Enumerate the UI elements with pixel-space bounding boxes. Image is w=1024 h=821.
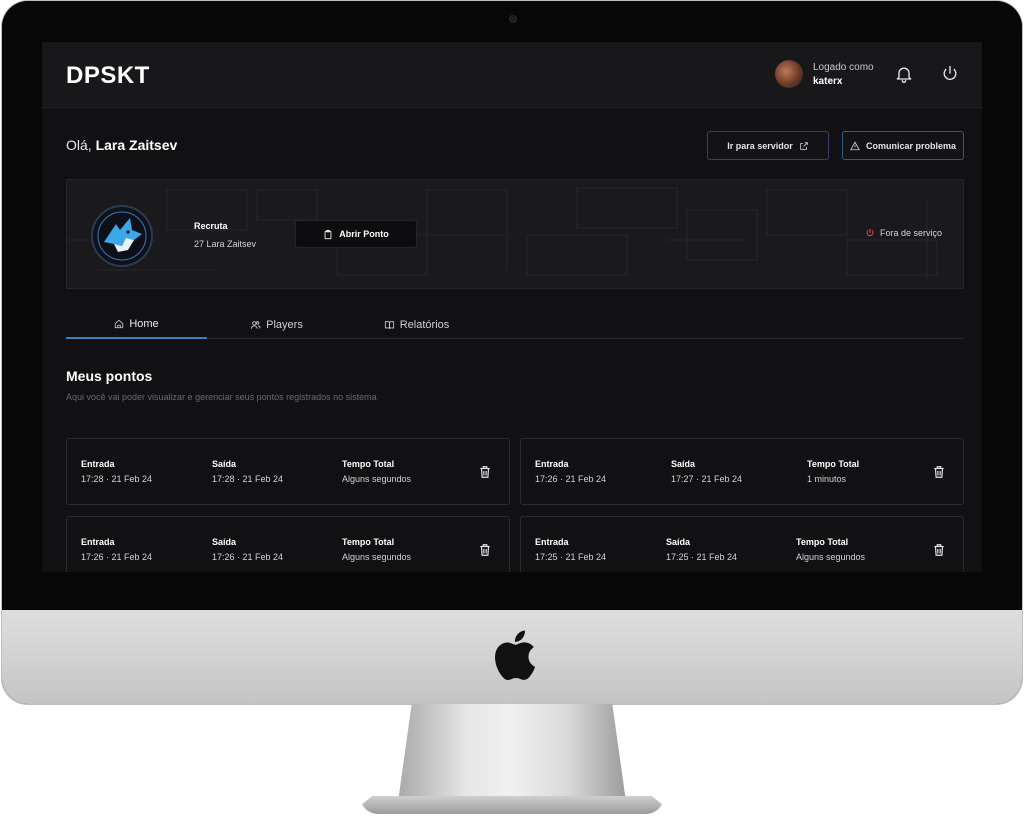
exit-column: Saída 17:26 · 21 Feb 24 (212, 537, 283, 562)
total-value: Alguns segundos (342, 552, 412, 562)
total-label: Tempo Total (342, 537, 395, 547)
clipboard-icon (324, 229, 332, 239)
service-status-label: Fora de serviço (880, 228, 943, 238)
warning-icon (850, 140, 860, 150)
total-column: Tempo Total 1 minutos (807, 459, 859, 484)
report-problem-button[interactable]: Comunicar problema (842, 131, 964, 160)
go-to-server-button[interactable]: Ir para servidor (707, 131, 829, 160)
total-value: Alguns segundos (796, 552, 866, 562)
greeting: Olá, Lara Zaitsev (66, 137, 177, 153)
exit-value: 17:25 · 21 Feb 24 (666, 552, 738, 562)
entry-column: Entrada 17:26 · 21 Feb 24 (535, 459, 606, 484)
entry-column: Entrada 17:28 · 21 Feb 24 (81, 459, 152, 484)
entry-label: Entrada (81, 459, 115, 469)
exit-value: 17:28 · 21 Feb 24 (212, 474, 284, 484)
tab-reports[interactable]: Relatórios (346, 310, 487, 339)
user-avatar[interactable] (775, 60, 803, 88)
tab-players-label: Players (266, 318, 303, 331)
total-label: Tempo Total (342, 459, 395, 469)
go-to-server-label: Ir para servidor (727, 140, 793, 151)
apple-logo-icon (495, 630, 536, 681)
section-subtitle: Aqui você vai poder visualizar e gerenci… (66, 392, 377, 402)
home-icon (115, 319, 124, 328)
exit-label: Saída (666, 537, 691, 547)
entry-label: Entrada (535, 459, 569, 469)
camera (509, 15, 517, 23)
total-value: 1 minutos (807, 474, 847, 484)
app-screen: DPSKT Logado como katerx Olá, Lara Zaits… (42, 42, 982, 572)
users-icon (251, 320, 261, 329)
trash-icon[interactable] (932, 464, 946, 480)
service-status: Fora de serviço (865, 228, 942, 238)
profile-banner: Recruta 27 Lara Zaitsev Abrir Ponto Fora… (66, 179, 964, 289)
total-column: Tempo Total Alguns segundos (342, 459, 411, 484)
tab-home[interactable]: Home (66, 310, 207, 339)
external-link-icon (800, 141, 808, 150)
entry-label: Entrada (81, 537, 115, 547)
entry-value: 17:25 · 21 Feb 24 (535, 552, 607, 562)
rank-label: Recruta (194, 221, 228, 231)
total-column: Tempo Total Alguns segundos (342, 537, 411, 562)
total-label: Tempo Total (807, 459, 860, 469)
record-card: Entrada 17:28 · 21 Feb 24 Saída 17:28 · … (66, 438, 510, 505)
exit-label: Saída (671, 459, 696, 469)
power-icon[interactable] (940, 64, 960, 84)
tab-bar: Home Players Relatórios (66, 310, 964, 339)
entry-label: Entrada (535, 537, 569, 547)
record-card: Entrada 17:26 · 21 Feb 24 Saída 17:27 · … (520, 438, 964, 505)
brand-logo[interactable]: DPSKT (66, 62, 150, 90)
book-icon (384, 320, 394, 329)
tab-players[interactable]: Players (206, 310, 347, 339)
logged-label: Logado como (813, 62, 874, 73)
member-name: 27 Lara Zaitsev (194, 239, 257, 249)
top-bar: DPSKT Logado como katerx (42, 42, 982, 108)
record-card: Entrada 17:25 · 21 Feb 24 Saída 17:25 · … (520, 516, 964, 572)
exit-column: Saída 17:25 · 21 Feb 24 (666, 537, 737, 562)
wolf-badge-logo (91, 205, 153, 267)
entry-value: 17:26 · 21 Feb 24 (81, 552, 153, 562)
exit-label: Saída (212, 537, 237, 547)
greeting-prefix: Olá, (66, 137, 92, 153)
exit-label: Saída (212, 459, 237, 469)
exit-column: Saída 17:28 · 21 Feb 24 (212, 459, 283, 484)
exit-column: Saída 17:27 · 21 Feb 24 (671, 459, 742, 484)
banner-pattern (67, 187, 938, 280)
total-label: Tempo Total (796, 537, 849, 547)
entry-column: Entrada 17:25 · 21 Feb 24 (535, 537, 606, 562)
total-value: Alguns segundos (342, 474, 412, 484)
entry-value: 17:28 · 21 Feb 24 (81, 474, 153, 484)
greeting-name: Lara Zaitsev (95, 137, 178, 153)
tab-reports-label: Relatórios (399, 318, 450, 331)
open-ponto-label: Abrir Ponto (339, 229, 389, 239)
trash-icon[interactable] (478, 542, 492, 558)
trash-icon[interactable] (478, 464, 492, 480)
trash-icon[interactable] (932, 542, 946, 558)
open-ponto-button[interactable]: Abrir Ponto (295, 220, 417, 248)
tab-home-label: Home (129, 317, 159, 330)
exit-value: 17:27 · 21 Feb 24 (671, 474, 743, 484)
monitor-stand-neck (398, 704, 626, 802)
section-title: Meus pontos (66, 368, 153, 384)
entry-column: Entrada 17:26 · 21 Feb 24 (81, 537, 152, 562)
exit-value: 17:26 · 21 Feb 24 (212, 552, 284, 562)
logged-username: katerx (813, 76, 843, 87)
entry-value: 17:26 · 21 Feb 24 (535, 474, 607, 484)
status-power-icon (866, 228, 874, 237)
record-card: Entrada 17:26 · 21 Feb 24 Saída 17:26 · … (66, 516, 510, 572)
monitor-stand-base (360, 796, 664, 814)
total-column: Tempo Total Alguns segundos (796, 537, 865, 562)
report-problem-label: Comunicar problema (865, 140, 957, 151)
bell-icon[interactable] (894, 64, 914, 84)
